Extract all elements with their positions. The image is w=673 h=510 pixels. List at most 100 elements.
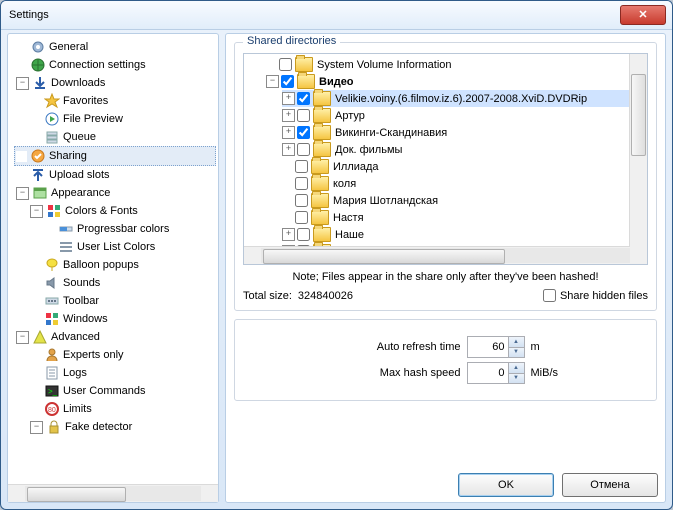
dir-checkbox[interactable]: [297, 143, 310, 156]
dir-node[interactable]: +Док. фильмы: [282, 141, 645, 158]
dir-checkbox[interactable]: [279, 58, 292, 71]
nav-downloads[interactable]: −Downloads: [14, 74, 216, 92]
auto-refresh-input[interactable]: [468, 341, 508, 353]
folder-icon: [313, 91, 331, 106]
max-hash-unit: MiB/s: [531, 367, 571, 379]
nav-windows[interactable]: Windows: [28, 310, 216, 328]
collapse-icon[interactable]: −: [30, 421, 43, 434]
cancel-button[interactable]: Отмена: [562, 473, 658, 497]
dir-checkbox[interactable]: [297, 92, 310, 105]
expand-icon[interactable]: +: [282, 109, 295, 122]
collapse-icon[interactable]: −: [16, 77, 29, 90]
folder-icon: [313, 244, 331, 246]
dir-checkbox[interactable]: [297, 228, 310, 241]
folder-icon: [295, 57, 313, 72]
dir-node[interactable]: +Наше: [282, 226, 645, 243]
nav-limits[interactable]: 80Limits: [28, 400, 216, 418]
dir-node[interactable]: System Volume Information: [266, 56, 645, 73]
dir-node[interactable]: Мария Шотландская: [282, 192, 645, 209]
nav-sounds[interactable]: Sounds: [28, 274, 216, 292]
dir-node-video[interactable]: −Видео: [266, 73, 645, 90]
nav-fake-detector[interactable]: −Fake detector: [28, 418, 216, 436]
window-title: Settings: [9, 1, 620, 29]
close-button[interactable]: ✕: [620, 5, 666, 25]
max-hash-input[interactable]: [468, 367, 508, 379]
share-icon: [30, 148, 46, 164]
dir-vscrollbar[interactable]: [629, 54, 647, 247]
dir-node[interactable]: Настя: [282, 209, 645, 226]
dir-hscrollbar[interactable]: [244, 246, 647, 264]
collapse-icon[interactable]: −: [16, 187, 29, 200]
nav-logs[interactable]: Logs: [28, 364, 216, 382]
dir-node[interactable]: коля: [282, 175, 645, 192]
dir-node[interactable]: +Артур: [282, 107, 645, 124]
gear-icon: [30, 39, 46, 55]
share-hidden-checkbox[interactable]: Share hidden files: [543, 289, 648, 302]
max-hash-spinner[interactable]: ▲▼: [467, 362, 525, 384]
folder-icon: [311, 210, 329, 225]
folder-icon: [297, 74, 315, 89]
expand-icon[interactable]: +: [282, 126, 295, 139]
nav-user-list-colors[interactable]: User List Colors: [42, 238, 216, 256]
folder-icon: [313, 125, 331, 140]
total-size-label: Total size:: [243, 290, 292, 302]
nav-queue[interactable]: Queue: [28, 128, 216, 146]
nav-toolbar[interactable]: Toolbar: [28, 292, 216, 310]
dir-node[interactable]: Иллиада: [282, 158, 645, 175]
settings-nav-tree[interactable]: General Connection settings −Downloads F…: [8, 34, 218, 484]
lock-icon: [46, 419, 62, 435]
appearance-icon: [32, 185, 48, 201]
ok-button[interactable]: OK: [458, 473, 554, 497]
shared-directories-group: Shared directories System Volume Informa…: [234, 42, 657, 311]
nav-general[interactable]: General: [14, 38, 216, 56]
dir-checkbox[interactable]: [297, 109, 310, 122]
nav-file-preview[interactable]: File Preview: [28, 110, 216, 128]
nav-hscrollbar[interactable]: [8, 484, 218, 502]
nav-upload-slots[interactable]: Upload slots: [14, 166, 216, 184]
dir-checkbox[interactable]: [281, 75, 294, 88]
spin-down-icon[interactable]: ▼: [508, 374, 524, 384]
dir-node[interactable]: +Викинги-Скандинавия: [282, 124, 645, 141]
dir-checkbox[interactable]: [295, 177, 308, 190]
spin-down-icon[interactable]: ▼: [508, 348, 524, 358]
spin-up-icon[interactable]: ▲: [508, 337, 524, 348]
nav-progressbar-colors[interactable]: Progressbar colors: [42, 220, 216, 238]
list-icon: [58, 239, 74, 255]
star-icon: [44, 93, 60, 109]
folder-icon: [313, 108, 331, 123]
nav-connection[interactable]: Connection settings: [14, 56, 216, 74]
settings-window: Settings ✕ General Connection settings −…: [0, 0, 673, 510]
settings-nav-panel: General Connection settings −Downloads F…: [7, 33, 219, 503]
folder-icon: [311, 193, 329, 208]
dir-node[interactable]: +Velikie.voiny.(6.filmov.iz.6).2007-2008…: [282, 90, 645, 107]
titlebar: Settings ✕: [1, 1, 672, 30]
expand-icon[interactable]: +: [282, 92, 295, 105]
spin-up-icon[interactable]: ▲: [508, 363, 524, 374]
collapse-icon[interactable]: −: [266, 75, 279, 88]
palette-icon: [46, 203, 62, 219]
download-icon: [32, 75, 48, 91]
nav-balloon-popups[interactable]: Balloon popups: [28, 256, 216, 274]
nav-appearance[interactable]: −Appearance: [14, 184, 216, 202]
dir-checkbox[interactable]: [295, 160, 308, 173]
nav-advanced[interactable]: −Advanced: [14, 328, 216, 346]
auto-refresh-label: Auto refresh time: [321, 341, 461, 353]
expand-icon[interactable]: +: [282, 228, 295, 241]
collapse-icon[interactable]: −: [16, 331, 29, 344]
auto-refresh-spinner[interactable]: ▲▼: [467, 336, 525, 358]
nav-colors-fonts[interactable]: −Colors & Fonts: [28, 202, 216, 220]
nav-experts-only[interactable]: Experts only: [28, 346, 216, 364]
progress-icon: [58, 221, 74, 237]
nav-sharing[interactable]: Sharing: [14, 146, 216, 166]
dir-checkbox[interactable]: [297, 126, 310, 139]
expand-icon[interactable]: +: [282, 143, 295, 156]
play-icon: [44, 111, 60, 127]
dir-checkbox[interactable]: [295, 194, 308, 207]
shared-directories-tree[interactable]: System Volume Information −Видео +Veliki…: [243, 53, 648, 265]
collapse-icon[interactable]: −: [30, 205, 43, 218]
upload-icon: [30, 167, 46, 183]
nav-user-commands[interactable]: >_User Commands: [28, 382, 216, 400]
nav-favorites[interactable]: Favorites: [28, 92, 216, 110]
windows-icon: [44, 311, 60, 327]
dir-checkbox[interactable]: [295, 211, 308, 224]
